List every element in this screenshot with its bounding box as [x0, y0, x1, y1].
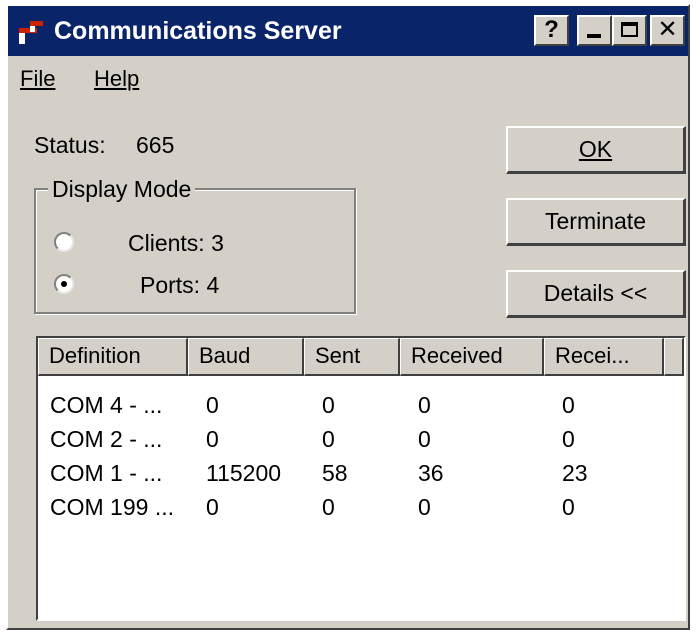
- ok-button[interactable]: OK: [506, 126, 686, 174]
- display-mode-legend: Display Mode: [48, 176, 196, 203]
- maximize-button[interactable]: [612, 15, 647, 46]
- menu-help-label: Help: [94, 66, 140, 91]
- cell-received-2: 23: [562, 460, 588, 486]
- cell-sent: 58: [322, 460, 348, 486]
- window-title: Communications Server: [54, 17, 342, 45]
- ports-list[interactable]: Definition Baud Sent Received Recei... C…: [36, 336, 686, 621]
- cell-definition: COM 199 ...: [50, 494, 174, 520]
- menu-file-label: File: [20, 66, 56, 91]
- table-row[interactable]: COM 1 - ... 115200 58 36 23: [38, 458, 684, 488]
- details-button-label: Details <<: [543, 280, 648, 306]
- close-button[interactable]: ✕: [650, 15, 685, 46]
- table-row[interactable]: COM 2 - ... 0 0 0 0: [38, 424, 684, 454]
- cell-received: 0: [418, 392, 431, 418]
- title-bar[interactable]: Communications Server ? ✕: [8, 6, 688, 56]
- help-button[interactable]: ?: [534, 15, 569, 46]
- column-header-definition[interactable]: Definition: [38, 338, 188, 376]
- details-button[interactable]: Details <<: [506, 270, 686, 318]
- cell-received: 36: [418, 460, 444, 486]
- clients-radio[interactable]: [54, 232, 74, 252]
- cell-sent: 0: [322, 494, 335, 520]
- table-row[interactable]: COM 4 - ... 0 0 0 0: [38, 390, 684, 420]
- help-icon: ?: [544, 16, 559, 43]
- table-row[interactable]: COM 199 ... 0 0 0 0: [38, 492, 684, 522]
- cell-sent: 0: [322, 426, 335, 452]
- terminate-button[interactable]: Terminate: [506, 198, 686, 246]
- ok-button-label: OK: [578, 136, 613, 162]
- menu-bar: File Help: [8, 60, 688, 96]
- status-value: 665: [136, 132, 175, 158]
- maximize-icon: [621, 22, 638, 37]
- column-header-sent[interactable]: Sent: [304, 338, 400, 376]
- column-header-received[interactable]: Received: [400, 338, 544, 376]
- terminate-button-label: Terminate: [545, 208, 646, 234]
- close-icon: ✕: [657, 16, 678, 43]
- minimize-button[interactable]: [577, 15, 612, 46]
- cell-baud: 115200: [206, 460, 282, 486]
- cell-definition: COM 2 - ...: [50, 426, 163, 452]
- list-header: Definition Baud Sent Received Recei...: [38, 338, 684, 376]
- radio-selected-dot: [61, 281, 67, 287]
- minimize-icon: [587, 34, 601, 38]
- communications-server-window: Communications Server ? ✕ File Help Stat…: [6, 4, 690, 630]
- cell-received-2: 0: [562, 392, 575, 418]
- menu-help[interactable]: Help: [94, 66, 139, 92]
- menu-file[interactable]: File: [20, 66, 55, 92]
- status-label: Status:: [34, 132, 106, 158]
- cell-baud: 0: [206, 426, 219, 452]
- cell-received: 0: [418, 494, 431, 520]
- column-header-filler: [664, 338, 684, 376]
- cell-definition: COM 1 - ...: [50, 460, 163, 486]
- cell-received: 0: [418, 426, 431, 452]
- cell-definition: COM 4 - ...: [50, 392, 163, 418]
- cell-sent: 0: [322, 392, 335, 418]
- app-icon: [19, 21, 43, 44]
- ports-radio[interactable]: [54, 274, 74, 294]
- ports-radio-label[interactable]: Ports: 4: [140, 272, 219, 299]
- cell-received-2: 0: [562, 426, 575, 452]
- cell-received-2: 0: [562, 494, 575, 520]
- cell-baud: 0: [206, 392, 219, 418]
- clients-radio-label[interactable]: Clients: 3: [128, 230, 224, 257]
- column-header-received-2[interactable]: Recei...: [544, 338, 664, 376]
- cell-baud: 0: [206, 494, 219, 520]
- column-header-baud[interactable]: Baud: [188, 338, 304, 376]
